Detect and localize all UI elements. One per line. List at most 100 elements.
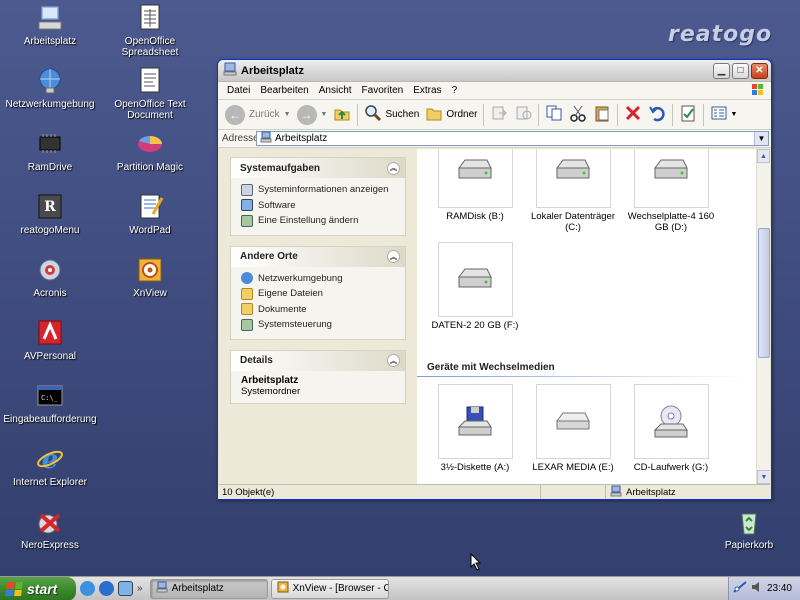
other-places-title: Andere Orte bbox=[240, 251, 298, 262]
toolbar-separator bbox=[617, 103, 619, 126]
desktop-icon-partition-magic[interactable]: Partition Magic bbox=[100, 129, 200, 173]
tray-network-icon[interactable] bbox=[733, 581, 747, 596]
vertical-scrollbar[interactable]: ▲ ▼ bbox=[756, 149, 770, 484]
system-tasks-header[interactable]: Systemaufgaben ︽ bbox=[231, 158, 405, 178]
group-divider bbox=[417, 376, 747, 377]
search-label: Suchen bbox=[385, 109, 420, 120]
search-button[interactable]: Suchen bbox=[361, 102, 422, 128]
scroll-up-icon[interactable]: ▲ bbox=[757, 149, 770, 163]
desktop-icon-wordpad[interactable]: WordPad bbox=[100, 192, 200, 236]
address-input[interactable]: Arbeitsplatz ▼ bbox=[256, 131, 769, 146]
taskbar-item-label: Arbeitsplatz bbox=[171, 583, 224, 594]
paste-button[interactable] bbox=[590, 102, 614, 128]
scrollbar-thumb[interactable] bbox=[758, 228, 770, 358]
explorer-window[interactable]: Arbeitsplatz ▁ □ ✕ Datei Bearbeiten Ansi… bbox=[217, 59, 772, 500]
task-link-settings[interactable]: Eine Einstellung ändern bbox=[241, 213, 405, 229]
menu-ansicht[interactable]: Ansicht bbox=[314, 85, 357, 96]
scroll-down-icon[interactable]: ▼ bbox=[757, 470, 770, 484]
place-link-my-documents[interactable]: Eigene Dateien bbox=[241, 286, 405, 302]
internet-explorer-icon: e bbox=[35, 444, 65, 475]
desktop-icon-neroexpress[interactable]: NeroExpress bbox=[0, 507, 100, 551]
details-type: Systemordner bbox=[241, 385, 301, 397]
taskbar-item-xnview[interactable]: XnView - [Browser - C:\] bbox=[270, 578, 389, 599]
maximize-icon: □ bbox=[737, 65, 744, 76]
back-button[interactable]: ← Zurück ▼ bbox=[222, 102, 294, 128]
collapse-chevron-icon[interactable]: ︽ bbox=[387, 161, 400, 175]
task-link-software[interactable]: Software bbox=[241, 198, 405, 214]
tray-volume-icon[interactable] bbox=[751, 581, 763, 596]
quick-launch-browser-icon[interactable] bbox=[80, 581, 95, 596]
control-panel-icon bbox=[241, 214, 253, 227]
desktop-icon-oo-text[interactable]: OpenOffice Text Document bbox=[100, 66, 200, 121]
minimize-button[interactable]: ▁ bbox=[713, 62, 730, 79]
taskbar-item-arbeitsplatz[interactable]: Arbeitsplatz bbox=[149, 578, 268, 599]
minimize-icon: ▁ bbox=[717, 65, 726, 76]
move-to-button[interactable] bbox=[487, 102, 511, 128]
start-button[interactable]: start bbox=[0, 576, 76, 600]
desktop-icon-avpersonal[interactable]: AVPersonal bbox=[0, 318, 100, 362]
collapse-chevron-icon[interactable]: ︽ bbox=[387, 250, 400, 263]
collapse-chevron-icon[interactable]: ︽ bbox=[387, 354, 400, 367]
copy-to-button[interactable] bbox=[511, 102, 535, 128]
place-link-documents[interactable]: Dokumente bbox=[241, 302, 405, 318]
quick-launch-ie-icon[interactable] bbox=[99, 581, 114, 596]
menu-favoriten[interactable]: Favoriten bbox=[357, 85, 409, 96]
place-link-control-panel[interactable]: Systemsteuerung bbox=[241, 317, 405, 333]
desktop-icon-papierkorb[interactable]: Papierkorb bbox=[699, 507, 799, 551]
task-link-systeminfo[interactable]: Systeminformationen anzeigen bbox=[241, 182, 405, 198]
tray-clock[interactable]: 23:40 bbox=[767, 583, 792, 594]
menu-bearbeiten[interactable]: Bearbeiten bbox=[255, 85, 313, 96]
desktop-icon-xnview[interactable]: XnView bbox=[100, 255, 200, 299]
quick-launch-more-icon[interactable]: » bbox=[137, 583, 143, 594]
properties-button[interactable] bbox=[676, 102, 700, 128]
desktop-icon-eingabeaufforderung[interactable]: C:\_ Eingabeaufforderung bbox=[0, 381, 100, 425]
command-prompt-icon: C:\_ bbox=[35, 381, 65, 411]
desktop-icon-acronis[interactable]: Acronis bbox=[0, 255, 100, 299]
content-pane: RAMDisk (B:) Lokaler Datenträger (C:) We… bbox=[417, 149, 770, 484]
delete-x-icon bbox=[624, 104, 642, 125]
place-link-network[interactable]: Netzwerkumgebung bbox=[241, 271, 405, 287]
quick-launch-desktop-icon[interactable] bbox=[118, 581, 133, 596]
task-link-label: Systeminformationen anzeigen bbox=[258, 184, 389, 196]
views-button[interactable]: ▼ bbox=[707, 102, 740, 128]
desktop-icon-ramdrive[interactable]: RamDrive bbox=[0, 129, 100, 173]
menu-extras[interactable]: Extras bbox=[408, 85, 446, 96]
cut-button[interactable] bbox=[566, 102, 590, 128]
forward-dropdown-icon[interactable]: ▼ bbox=[321, 111, 328, 118]
drive-item[interactable]: Lokaler Datenträger (C:) bbox=[523, 149, 623, 233]
up-button[interactable] bbox=[330, 102, 354, 128]
desktop-icon-arbeitsplatz[interactable]: Arbeitsplatz bbox=[0, 3, 100, 47]
maximize-button[interactable]: □ bbox=[732, 62, 749, 79]
close-button[interactable]: ✕ bbox=[751, 62, 768, 79]
drive-item[interactable]: DATEN-2 20 GB (F:) bbox=[425, 242, 525, 331]
menu-datei[interactable]: Datei bbox=[222, 85, 255, 96]
toolbar-separator bbox=[672, 103, 674, 126]
desktop-icon-internet-explorer[interactable]: e Internet Explorer bbox=[0, 444, 100, 488]
undo-button[interactable] bbox=[645, 102, 669, 128]
folders-button[interactable]: Ordner bbox=[422, 102, 480, 128]
details-header[interactable]: Details ︽ bbox=[231, 350, 405, 371]
address-bar: Adresse Arbeitsplatz ▼ bbox=[218, 130, 771, 148]
menu-help[interactable]: ? bbox=[447, 85, 463, 96]
drive-item[interactable]: RAMDisk (B:) bbox=[425, 149, 525, 222]
task-computer-icon bbox=[156, 581, 168, 596]
window-titlebar[interactable]: Arbeitsplatz ▁ □ ✕ bbox=[218, 60, 771, 82]
paste-icon bbox=[593, 104, 611, 125]
desktop-icon-netzwerkumgebung[interactable]: Netzwerkumgebung bbox=[0, 66, 100, 110]
drive-item[interactable]: 3½-Diskette (A:) bbox=[425, 384, 525, 473]
drive-item[interactable]: Wechselplatte-4 160 GB (D:) bbox=[621, 149, 721, 233]
details-title: Details bbox=[240, 355, 273, 366]
desktop-icon-reatogomenu[interactable]: R reatogoMenu bbox=[0, 192, 100, 236]
delete-button[interactable] bbox=[621, 102, 645, 128]
back-dropdown-icon[interactable]: ▼ bbox=[284, 111, 291, 118]
drive-item[interactable]: LEXAR MEDIA (E:) bbox=[523, 384, 623, 473]
other-places-panel: Andere Orte ︽ Netzwerkumgebung Eigene Da… bbox=[230, 245, 406, 340]
other-places-header[interactable]: Andere Orte ︽ bbox=[231, 246, 405, 267]
desktop-icon-oo-spreadsheet[interactable]: OpenOffice Spreadsheet bbox=[100, 3, 200, 58]
drive-label: Lokaler Datenträger (C:) bbox=[531, 211, 615, 233]
cd-drive-icon bbox=[633, 384, 709, 459]
forward-button[interactable]: → ▼ bbox=[294, 102, 331, 128]
address-dropdown-icon[interactable]: ▼ bbox=[754, 132, 768, 145]
copy-button[interactable] bbox=[542, 102, 566, 128]
drive-item[interactable]: CD-Laufwerk (G:) bbox=[621, 384, 721, 473]
